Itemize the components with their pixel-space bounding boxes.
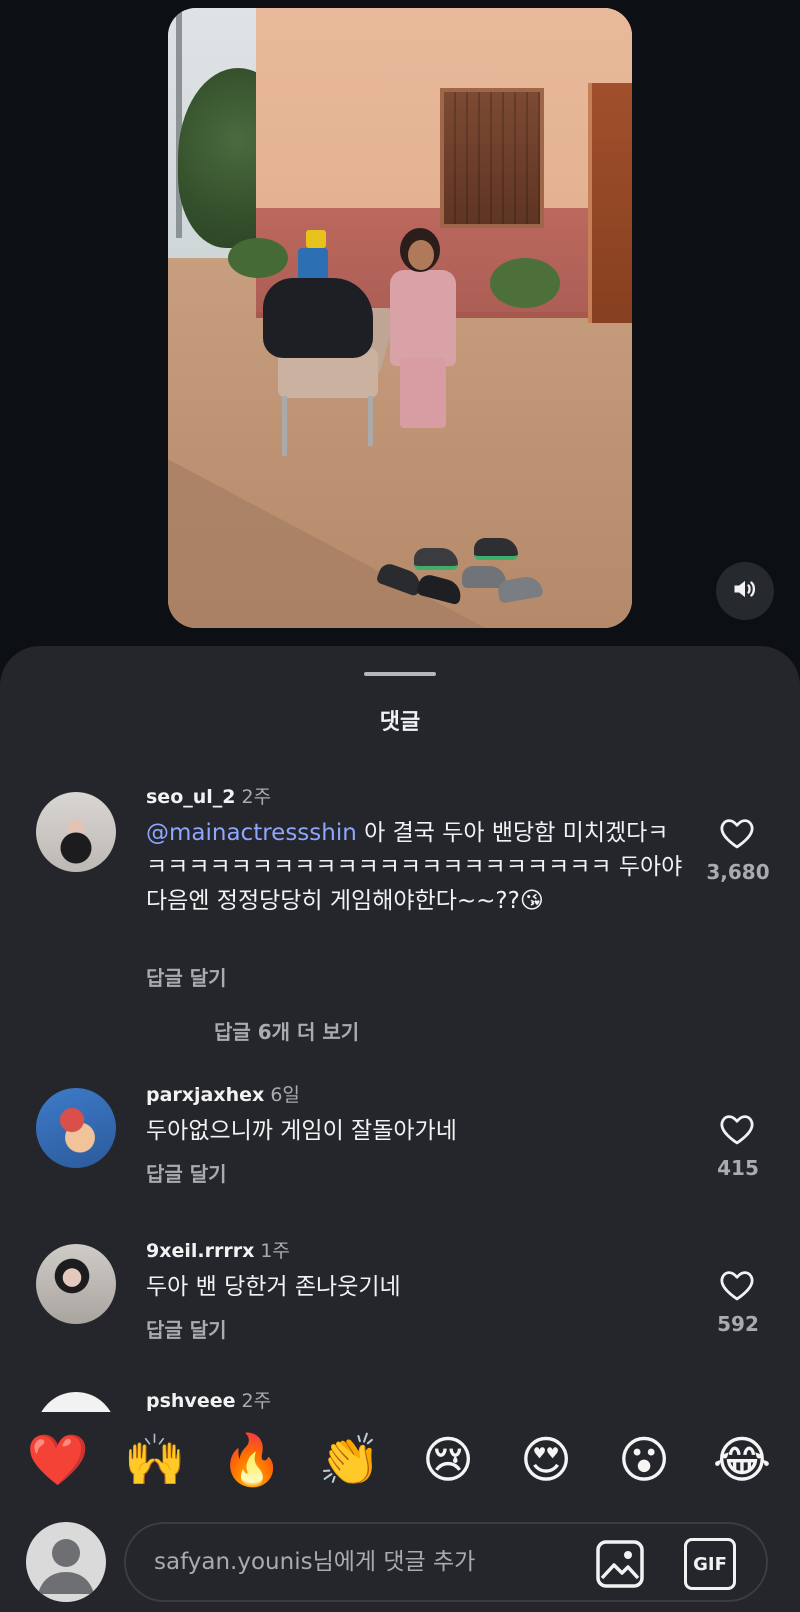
comment-username[interactable]: pshveee bbox=[146, 1390, 235, 1412]
comment-username[interactable]: parxjaxhex bbox=[146, 1084, 264, 1106]
sound-toggle-button[interactable] bbox=[716, 562, 774, 620]
comment-item: pshveee 2주 bbox=[0, 1386, 800, 1412]
comments-sheet: 댓글 seo_ul_2 2주 @mainactressshin 아 결국 두아 밴… bbox=[0, 646, 800, 1612]
reply-button[interactable]: 답글 달기 bbox=[146, 962, 227, 991]
video-child bbox=[390, 270, 456, 366]
comment-username[interactable]: 9xeil.rrrrx bbox=[146, 1240, 254, 1262]
comment-text: 두아없으니까 게임이 잘돌아가네 bbox=[146, 1118, 457, 1144]
video-jacket bbox=[263, 278, 373, 358]
video-window bbox=[440, 88, 544, 228]
emoji-clap-button[interactable]: 👏 bbox=[318, 1432, 382, 1488]
video-child-face bbox=[408, 240, 434, 270]
comment-input[interactable] bbox=[154, 1542, 554, 1582]
current-user-avatar[interactable] bbox=[26, 1522, 106, 1602]
comment-username-line[interactable]: seo_ul_2 2주 bbox=[146, 782, 271, 809]
video-shrub bbox=[490, 258, 560, 308]
comment-time: 6일 bbox=[270, 1084, 300, 1106]
heart-outline-icon bbox=[718, 1271, 756, 1306]
comment-input-container[interactable]: GIF bbox=[124, 1522, 768, 1602]
speaker-icon bbox=[731, 575, 759, 607]
comment-text: 두아 밴 당한거 존나웃기네 bbox=[146, 1274, 401, 1300]
video-child-legs bbox=[400, 358, 446, 428]
add-image-button[interactable] bbox=[594, 1538, 646, 1590]
emoji-surprised-button[interactable]: 😮 bbox=[612, 1432, 676, 1488]
emoji-raised-hands-button[interactable]: 🙌 bbox=[123, 1432, 187, 1488]
sheet-title: 댓글 bbox=[379, 710, 421, 735]
video-shoes bbox=[375, 538, 558, 608]
like-button[interactable] bbox=[718, 816, 756, 850]
reply-button[interactable]: 답글 달기 bbox=[146, 1314, 227, 1343]
comment-time: 2주 bbox=[241, 786, 272, 808]
gif-icon: GIF bbox=[693, 1553, 727, 1575]
emoji-heart-button[interactable]: ❤️ bbox=[26, 1432, 90, 1488]
comment-time: 2주 bbox=[241, 1390, 272, 1412]
emoji-crying-button[interactable]: 😢 bbox=[416, 1432, 480, 1488]
sheet-drag-handle[interactable] bbox=[364, 672, 436, 676]
like-button[interactable] bbox=[718, 1268, 756, 1302]
heart-outline-icon bbox=[718, 1115, 756, 1150]
comment-username-line[interactable]: 9xeil.rrrrx 1주 bbox=[146, 1236, 290, 1263]
comment-mention[interactable]: @mainactressshin bbox=[146, 820, 357, 846]
comment-username-line[interactable]: parxjaxhex 6일 bbox=[146, 1080, 300, 1107]
comment-username[interactable]: seo_ul_2 bbox=[146, 786, 236, 808]
like-count: 592 bbox=[717, 1312, 759, 1336]
reel-comments-screen: 댓글 seo_ul_2 2주 @mainactressshin 아 결국 두아 밴… bbox=[0, 0, 800, 1612]
reply-button[interactable]: 답글 달기 bbox=[146, 1158, 227, 1187]
comment-text: @mainactressshin 아 결국 두아 밴당함 미치겠다ㅋㅋㅋㅋㅋㅋㅋ… bbox=[146, 816, 686, 918]
view-more-replies[interactable]: 답글 6개 더 보기 bbox=[214, 1016, 359, 1045]
avatar[interactable] bbox=[36, 1392, 116, 1412]
video-door bbox=[588, 83, 632, 323]
image-icon bbox=[594, 1540, 646, 1594]
heart-outline-icon bbox=[718, 819, 756, 854]
comment-compose-bar: GIF bbox=[0, 1508, 800, 1612]
avatar[interactable] bbox=[36, 1088, 116, 1168]
like-count: 415 bbox=[717, 1156, 759, 1180]
like-button[interactable] bbox=[718, 1112, 756, 1146]
video-bucket bbox=[306, 230, 326, 248]
emoji-laughing-button[interactable]: 😂 bbox=[710, 1432, 774, 1488]
emoji-fire-button[interactable]: 🔥 bbox=[220, 1432, 284, 1488]
video-shrub bbox=[228, 238, 288, 278]
avatar[interactable] bbox=[36, 792, 116, 872]
emoji-heart-eyes-button[interactable]: 😍 bbox=[514, 1432, 578, 1488]
comment-username-line[interactable]: pshveee 2주 bbox=[146, 1386, 271, 1412]
reel-video[interactable] bbox=[168, 8, 632, 628]
gif-button[interactable]: GIF bbox=[684, 1538, 736, 1590]
comment-time: 1주 bbox=[260, 1240, 290, 1262]
emoji-reaction-bar: ❤️ 🙌 🔥 👏 😢 😍 😮 😂 bbox=[0, 1412, 800, 1508]
like-count: 3,680 bbox=[706, 860, 770, 884]
avatar[interactable] bbox=[36, 1244, 116, 1324]
